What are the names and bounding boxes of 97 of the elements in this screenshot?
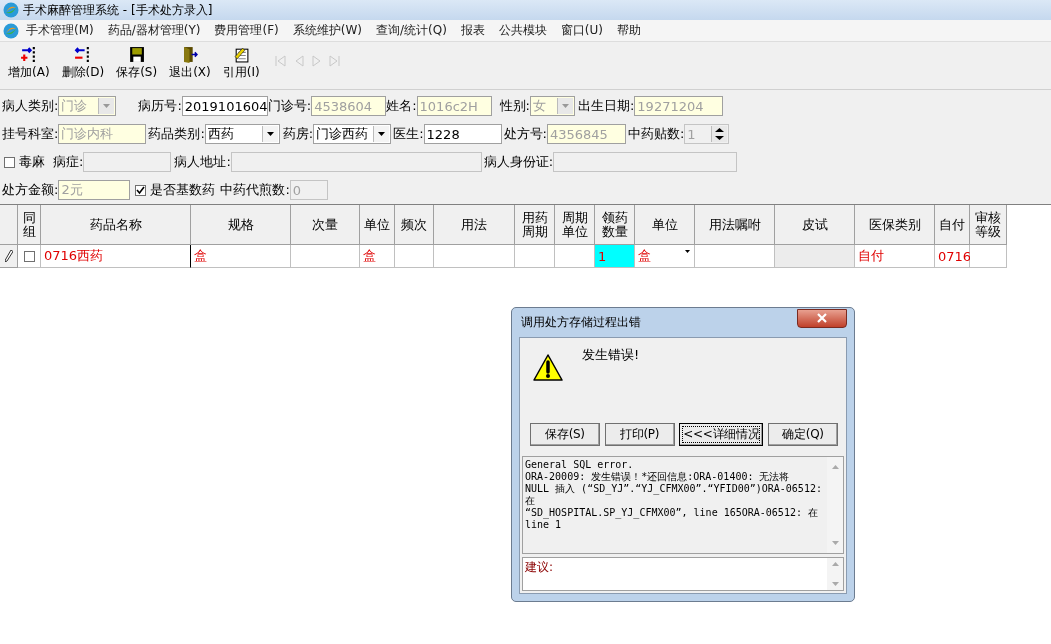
scroll-up-icon[interactable] [831, 465, 839, 469]
warning-icon [532, 353, 564, 383]
dialog-button[interactable]: 保存(S) [530, 423, 600, 446]
dropdown[interactable]: 门诊西药 [313, 124, 392, 144]
document-pen-icon [232, 46, 250, 63]
table-cell[interactable] [970, 245, 1007, 268]
dropdown-arrow-icon[interactable] [378, 132, 386, 136]
input-field[interactable]: 2019101604 [181, 96, 268, 116]
dialog-button[interactable]: 确定(Q) [768, 423, 838, 446]
column-header: 自付 [935, 205, 970, 245]
field-label: 中药贴数: [627, 125, 685, 143]
close-icon [816, 313, 828, 323]
table-cell[interactable] [515, 245, 555, 268]
table-cell[interactable]: 盒 [191, 245, 291, 268]
field-label: 病历号: [138, 97, 182, 115]
menu-item[interactable]: 公共模块 [491, 22, 554, 39]
table-cell[interactable] [395, 245, 434, 268]
app-logo-icon [3, 2, 19, 18]
menu-item[interactable]: 费用管理(F) [207, 22, 286, 39]
toolbar-button[interactable]: 删除(D) [57, 46, 109, 81]
field-label: 中药代煎数: [220, 181, 290, 199]
field-label: 出生日期: [577, 97, 635, 115]
field-label: 处方号: [503, 125, 547, 143]
remove-icon [74, 46, 92, 63]
dialog-title: 调用处方存储过程出错 [521, 314, 641, 331]
column-header: 领药数量 [595, 205, 635, 245]
dropdown[interactable]: 西药 [204, 124, 280, 144]
field-label: 药品类别: [148, 125, 205, 143]
column-header: 用法嘱咐 [695, 205, 775, 245]
error-message: 发生错误! [582, 346, 640, 364]
column-header: 规格 [191, 205, 291, 245]
scroll-down-icon[interactable] [831, 582, 839, 586]
menu-item[interactable]: 药品/器材管理(Y) [100, 22, 208, 39]
checkbox-label: 是否基数药 [150, 181, 216, 199]
field-label: 性别: [499, 97, 530, 115]
table-cell[interactable]: 0716 [935, 245, 970, 268]
app-menu-icon [3, 22, 19, 39]
field-label: 药房: [282, 125, 314, 143]
toolbar-button[interactable]: 退出(X) [165, 46, 215, 81]
menu-item[interactable]: 帮助 [610, 22, 648, 39]
column-header: 单位 [360, 205, 395, 245]
toolbar-button[interactable]: 引用(I) [218, 46, 264, 81]
column-header: 频次 [395, 205, 434, 245]
menu-item[interactable]: 系统维护(W) [285, 22, 369, 39]
scroll-down-icon[interactable] [831, 541, 839, 545]
scroll-up-icon[interactable] [831, 562, 839, 566]
field-label: 病人类别: [2, 97, 59, 115]
column-header: 用法 [434, 205, 515, 245]
column-header: 周期单位 [555, 205, 595, 245]
table-cell[interactable] [695, 245, 775, 268]
window-title: 手术麻醉管理系统 - [手术处方录入] [23, 1, 213, 19]
column-header: 药品名称 [41, 205, 191, 245]
table-cell[interactable]: 0716西药 [41, 245, 191, 268]
table-cell[interactable]: 1 [595, 245, 635, 268]
dropdown-arrow-icon[interactable] [685, 250, 690, 253]
table-cell[interactable] [434, 245, 515, 268]
checkmark-icon [136, 185, 146, 195]
field-label: 病症: [53, 153, 84, 171]
column-header: 医保类别 [855, 205, 935, 245]
column-header: 次量 [291, 205, 360, 245]
column-header: 单位 [635, 205, 695, 245]
field-label: 医生: [393, 125, 424, 143]
close-button[interactable] [797, 308, 847, 328]
menu-item[interactable]: 报表 [453, 22, 492, 39]
table-cell[interactable] [775, 245, 855, 268]
dialog-button[interactable]: 打印(P) [604, 423, 675, 446]
column-header: 审核等级 [970, 205, 1007, 245]
field-label: 挂号科室: [2, 125, 59, 143]
column-header: 同组 [18, 205, 41, 245]
checkbox[interactable] [135, 184, 147, 196]
dialog-button[interactable]: <<<详细情况 [679, 423, 764, 446]
table-cell[interactable]: 自付 [855, 245, 935, 268]
dropdown-arrow-icon[interactable] [266, 132, 274, 136]
checkbox[interactable] [4, 156, 15, 168]
input-field[interactable]: 1228 [423, 124, 502, 144]
checkbox[interactable] [23, 250, 35, 262]
field-label: 病人身份证: [483, 153, 554, 171]
menu-item[interactable]: 窗口(U) [553, 22, 610, 39]
table-cell[interactable]: 盒 [635, 245, 695, 268]
table-cell[interactable] [555, 245, 595, 268]
field-label: 病人地址: [174, 153, 231, 171]
column-header: 皮试 [775, 205, 855, 245]
toolbar-button[interactable]: 增加(A) [4, 46, 54, 81]
menu-item[interactable]: 查询/统计(Q) [368, 22, 454, 39]
suggestion-box[interactable]: 建议: [522, 557, 844, 591]
table-cell[interactable]: 盒 [360, 245, 395, 268]
field-label: 门诊号: [267, 97, 312, 115]
column-header: 用药周期 [515, 205, 555, 245]
menu-item[interactable]: 手术管理(M) [19, 22, 101, 39]
checkbox-label: 毒麻 [19, 153, 45, 171]
door-icon [181, 46, 199, 63]
error-details-box[interactable]: General SQL error. ORA-20009: 发生错误！*还回信息:ORA-01400: 无法将 NULL 插入 (“SD_YJ”.“YJ_CFMX00”.“YFID00”)ORA-06512: 在 “SD_HOSPITAL.SP_YJ_CFMX00”, line 165ORA-06512: 在 line 1 [522, 456, 844, 554]
toolbar-button[interactable]: 保存(S) [112, 46, 162, 81]
add-icon [20, 46, 38, 63]
field-label: 姓名: [386, 97, 417, 115]
table-cell[interactable] [291, 245, 360, 268]
field-label: 处方金额: [2, 181, 59, 199]
